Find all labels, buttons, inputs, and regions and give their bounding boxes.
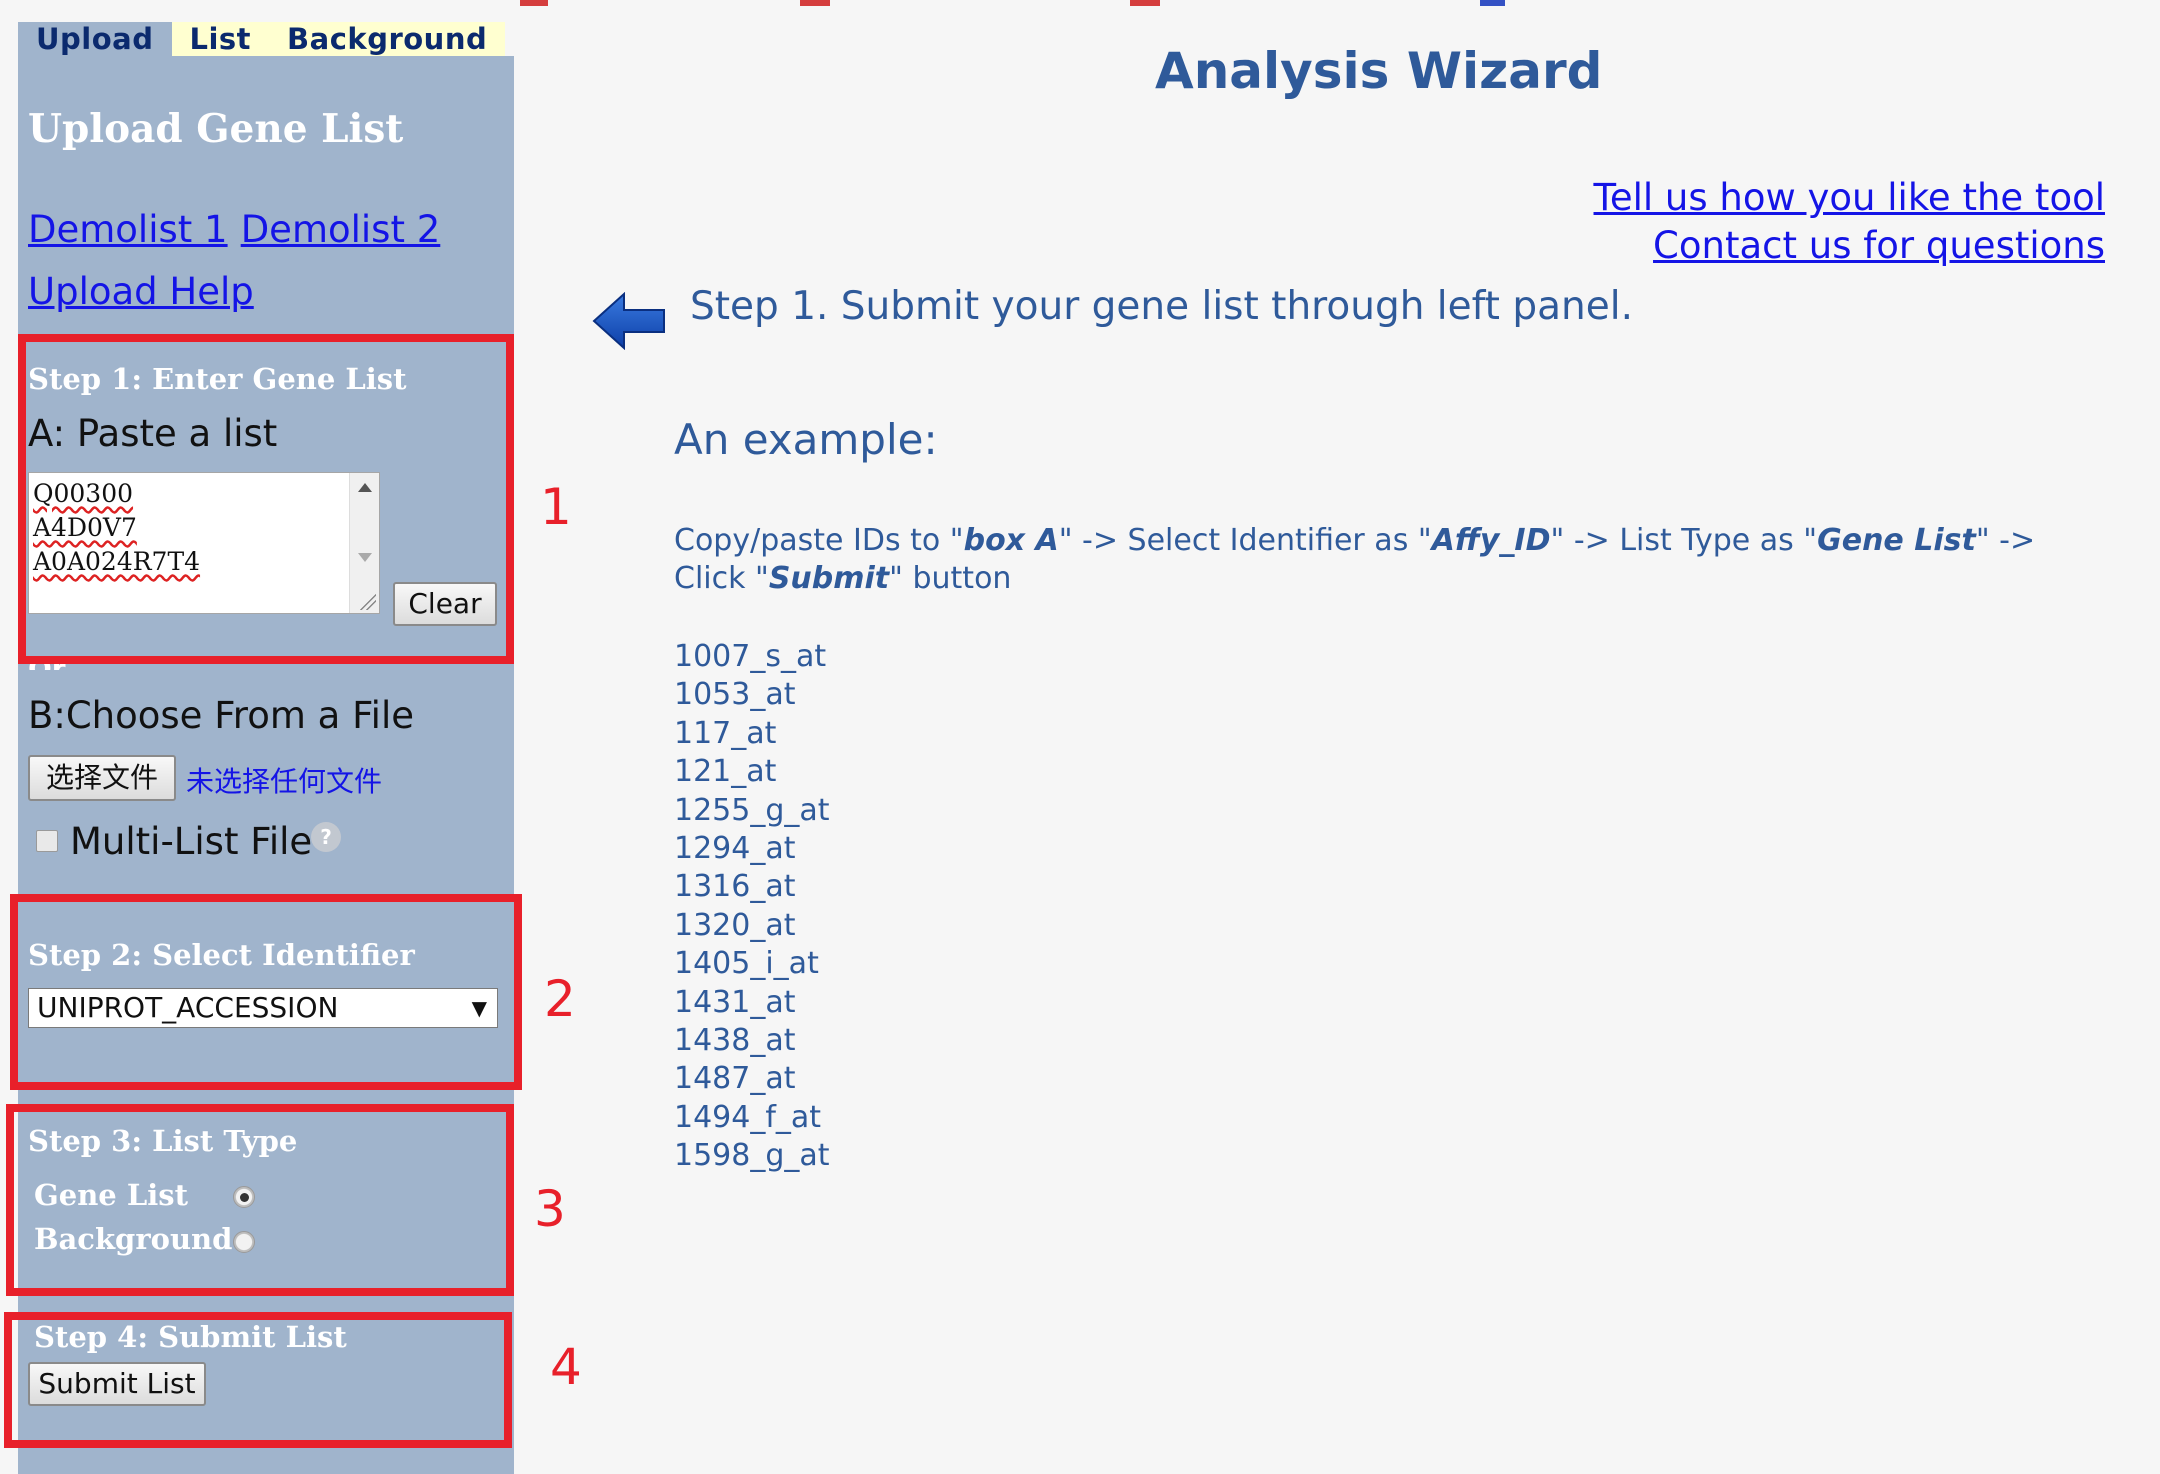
demolist-links: Demolist 1 Demolist 2 [28, 208, 440, 251]
list-item: 1494_f_at [674, 1099, 822, 1135]
example-id-list: 1007_s_at 1053_at 117_at 121_at 1255_g_a… [674, 638, 830, 1176]
multi-list-checkbox[interactable] [36, 830, 58, 852]
annotation-number-4: 4 [550, 1338, 582, 1396]
list-item: 1598_g_at [674, 1138, 830, 1174]
panel-title: Upload Gene List [28, 106, 404, 152]
list-item: 1431_at [674, 984, 796, 1020]
instruction-affy-id: Affy_ID [1431, 523, 1551, 558]
list-item: 1294_at [674, 831, 796, 867]
step1-instruction: Step 1. Submit your gene list through le… [690, 284, 1633, 329]
list-item: 1487_at [674, 1061, 796, 1097]
tab-list[interactable]: List [171, 22, 270, 56]
instruction-submit: Submit [768, 561, 890, 596]
instruction-gene-list: Gene List [1817, 523, 1976, 558]
choose-file-label: B:Choose From a File [28, 694, 414, 737]
example-heading: An example: [674, 415, 938, 464]
instruction-box-a: box A [963, 523, 1059, 558]
multi-list-label: Multi-List File [70, 820, 313, 863]
tab-bar: Upload List Background [18, 22, 506, 56]
annotation-box-step4 [4, 1312, 512, 1448]
choose-file-button[interactable]: 选择文件 [28, 755, 176, 801]
list-item: 1438_at [674, 1023, 796, 1059]
list-item: 117_at [674, 715, 777, 751]
instruction-text: Copy/paste IDs to " [674, 523, 964, 558]
annotation-number-1: 1 [540, 478, 572, 536]
list-item: 1007_s_at [674, 639, 827, 674]
page-title: Analysis Wizard [1155, 42, 1603, 100]
feedback-link[interactable]: Tell us how you like the tool [1594, 176, 2105, 219]
example-instruction: Copy/paste IDs to "box A" -> Select Iden… [674, 522, 2074, 598]
list-item: 121_at [674, 754, 777, 790]
list-item: 1405_i_at [674, 946, 819, 982]
list-item: 1053_at [674, 677, 796, 713]
list-item: 1255_g_at [674, 792, 830, 828]
list-item: 1320_at [674, 907, 796, 943]
instruction-text: " button [889, 561, 1012, 596]
instruction-text: " -> Select Identifier as " [1058, 523, 1432, 558]
annotation-number-2: 2 [544, 970, 576, 1028]
left-arrow-icon [592, 292, 665, 350]
demolist-2-link[interactable]: Demolist 2 [241, 208, 441, 251]
cut-off-header-text [0, 0, 2160, 6]
tab-upload[interactable]: Upload [18, 22, 172, 56]
demolist-1-link[interactable]: Demolist 1 [28, 208, 228, 251]
tab-background[interactable]: Background [269, 22, 506, 56]
annotation-box-step3 [6, 1104, 514, 1296]
upload-help-link[interactable]: Upload Help [28, 270, 254, 313]
no-file-selected-text: 未选择任何文件 [186, 765, 383, 798]
annotation-number-3: 3 [534, 1180, 566, 1238]
contact-link[interactable]: Contact us for questions [1653, 224, 2105, 267]
annotation-box-step1 [18, 334, 514, 664]
annotation-box-step2 [10, 894, 522, 1090]
instruction-text: " -> List Type as " [1550, 523, 1818, 558]
help-icon[interactable]: ? [311, 822, 341, 852]
list-item: 1316_at [674, 869, 796, 905]
